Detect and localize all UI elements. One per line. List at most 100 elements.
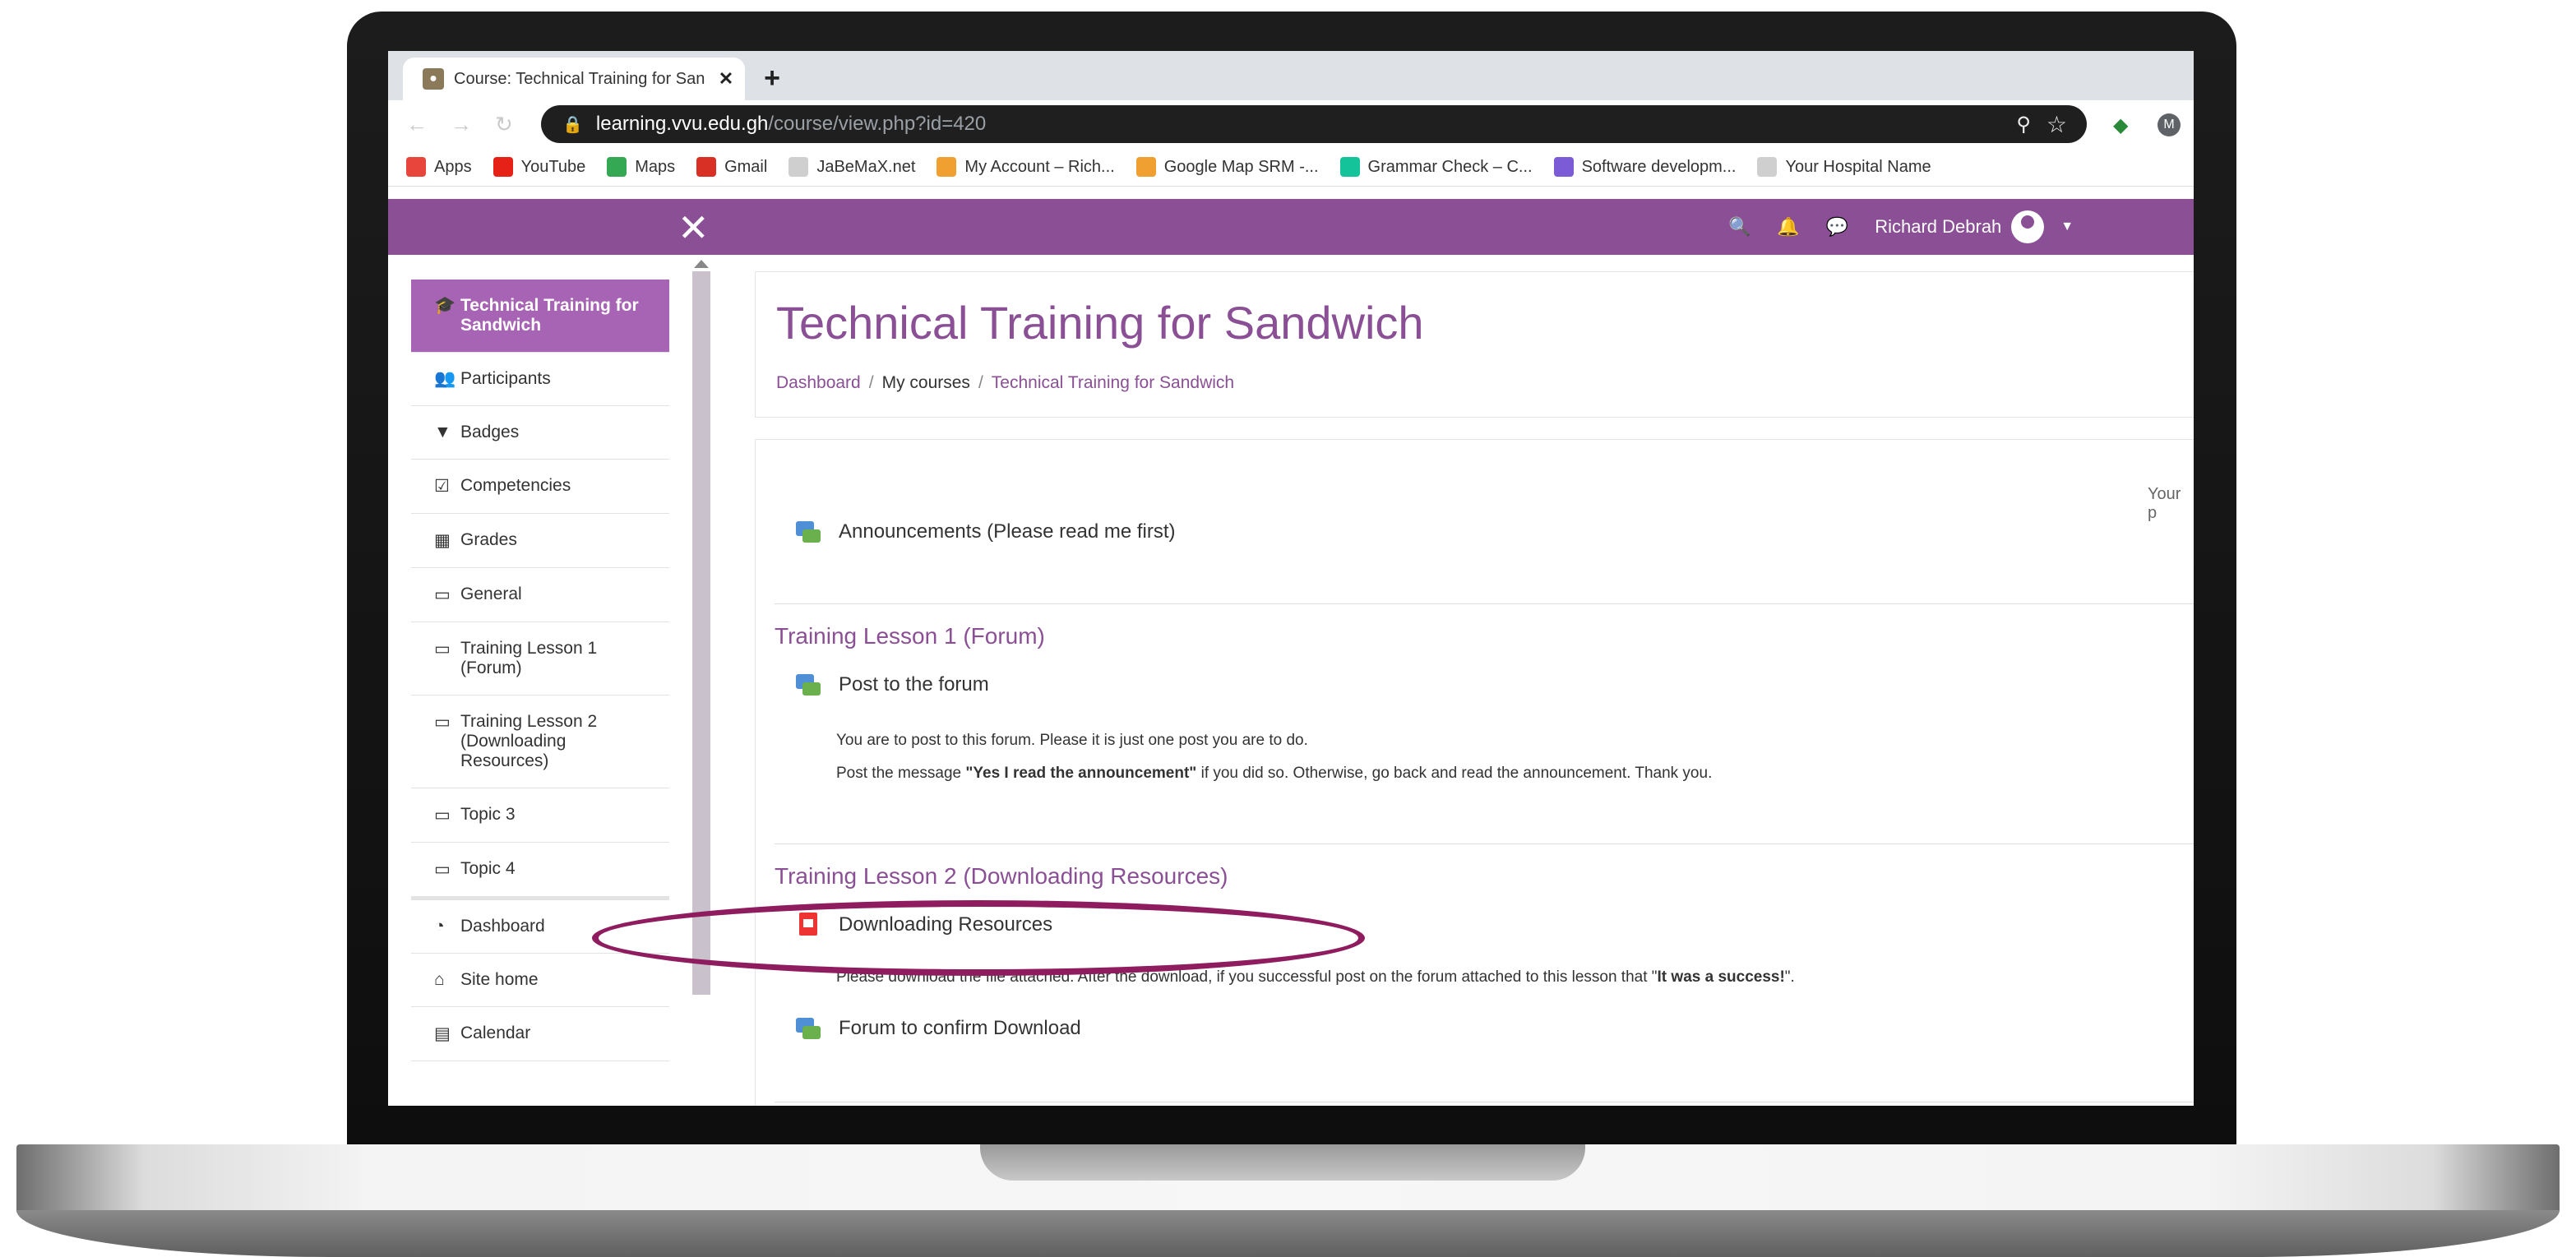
section-title-lesson2[interactable]: Training Lesson 2 (Downloading Resources… [775,863,1228,890]
folder-icon: ▭ [434,713,451,732]
drawer-item-label: Technical Training for Sandwich [460,296,639,335]
bookmark-label: Software developm... [1581,157,1737,176]
drawer-item[interactable]: 👥 Participants [411,353,669,406]
bookmark-item[interactable]: My Account – Rich... [937,157,1115,177]
avatar[interactable] [2011,210,2045,243]
graduation-cap-icon: 🎓 [434,296,456,315]
bookmark-item[interactable]: Grammar Check – C... [1339,157,1533,177]
home-icon: ⌂ [434,970,445,989]
bookmark-item[interactable]: Your Hospital Name [1757,157,1931,177]
drawer-item-label: Topic 4 [460,859,516,878]
close-drawer-icon[interactable]: ✕ [678,206,710,250]
chat-icon[interactable]: 💬 [1826,216,1848,238]
drawer-item[interactable]: ▤ Calendar [411,1007,669,1061]
breadcrumb-course[interactable]: Technical Training for Sandwich [992,373,1234,392]
drawer-item-label: Dashboard [460,917,545,936]
bookmark-item[interactable]: Software developm... [1553,157,1737,177]
calendar-icon: ▤ [434,1024,451,1043]
drawer-item[interactable]: ☑ Competencies [411,460,669,514]
drawer-item[interactable]: ▭ Training Lesson 2 (Downloading Resource… [411,696,669,788]
software-icon [1553,157,1574,177]
bookmark-label: My Account – Rich... [964,157,1115,176]
bookmark-star-icon[interactable]: ☆ [2046,111,2067,138]
address-bar[interactable]: 🔒 learning.vvu.edu.gh /course/view.php?i… [541,105,2087,143]
activity-label: Downloading Resources [839,913,1053,936]
close-tab-icon[interactable]: ✕ [714,68,738,90]
search-icon[interactable]: 🔍 [1728,216,1750,238]
shield-icon: ▼ [434,423,451,441]
forum-icon [796,672,821,697]
bookmark-label: Apps [434,157,472,176]
drawer-item[interactable]: ▼ Badges [411,406,669,460]
activity-label: Forum to confirm Download [839,1017,1081,1039]
drawer-scrollbar[interactable] [692,271,710,995]
laptop-screen: ● Course: Technical Training for San ✕ +… [388,51,2194,1106]
drawer-item[interactable]: ▭ Training Lesson 1 (Forum) [411,622,669,696]
back-arrow-icon[interactable]: ← [406,112,428,137]
grammarly-icon [1339,157,1360,177]
drawer-item-label: Topic 3 [460,805,516,824]
drawer-item[interactable]: 🎓 Technical Training for Sandwich [411,280,669,353]
nav-drawer: 🎓 Technical Training for Sandwich 👥 Partici… [411,280,669,1106]
page-title: Technical Training for Sandwich [776,297,1424,349]
chevron-down-icon[interactable]: ▼ [2060,220,2074,234]
bell-icon[interactable]: 🔔 [1777,216,1799,238]
drawer-item-label: Site home [460,970,539,989]
youtube-icon [493,157,513,177]
activity-post-forum[interactable]: Post to the forum [796,672,989,697]
zoom-icon[interactable]: ⚲ [2016,113,2031,136]
drawer-item[interactable]: ◔ Dashboard [411,897,669,954]
breadcrumb-dashboard[interactable]: Dashboard [776,373,861,392]
drawer-item-label: Training Lesson 2 (Downloading Resources… [460,712,598,770]
breadcrumb-my-courses[interactable]: My courses [882,373,970,392]
browser-tab[interactable]: ● Course: Technical Training for San ✕ [403,58,745,100]
lesson1-description-line2: Post the message "Yes I read the announc… [836,765,1713,782]
site-favicon-icon: ● [423,68,444,90]
reload-icon[interactable]: ↻ [495,112,513,137]
section-divider [775,603,2194,604]
section-divider [775,843,2194,844]
drawer-item[interactable]: ▭ Topic 3 [411,788,669,843]
user-menu-area: 🔍 🔔 💬 Richard Debrah ▼ [1728,210,2100,243]
globe-icon [789,157,809,177]
bookmark-item[interactable]: Apps [406,157,472,177]
new-tab-button[interactable]: + [755,61,789,95]
bookmark-site-icon [937,157,957,177]
bookmark-label: Grammar Check – C... [1367,157,1533,176]
laptop-notch [980,1144,1585,1181]
tab-title: Course: Technical Training for San [454,69,705,88]
bookmark-item[interactable]: Maps [607,157,675,177]
bookmark-item[interactable]: Gmail [696,157,767,177]
extension-icon[interactable]: ◆ [2113,113,2136,136]
gmail-icon [696,157,717,177]
table-icon: ▦ [434,531,451,550]
bookmark-item[interactable]: Google Map SRM -... [1135,157,1319,177]
forward-arrow-icon[interactable]: → [451,112,472,137]
checkbox-icon: ☑ [434,477,450,496]
url-path: /course/view.php?id=420 [768,113,987,135]
activity-announcements[interactable]: Announcements (Please read me first) [796,520,1176,544]
url-host: learning.vvu.edu.gh [595,113,769,135]
user-name[interactable]: Richard Debrah [1875,216,2001,238]
activity-downloading-resources[interactable]: Downloading Resources [796,913,1052,937]
drawer-item-label: Training Lesson 1 (Forum) [460,639,598,677]
drawer-item[interactable]: ⌂ Site home [411,954,669,1007]
site-navbar: ✕ 🔍 🔔 💬 Richard Debrah ▼ [388,199,2194,255]
activity-forum-confirm[interactable]: Forum to confirm Download [796,1016,1081,1041]
tab-strip: ● Course: Technical Training for San ✕ + [388,51,2194,100]
section-title-lesson1[interactable]: Training Lesson 1 (Forum) [775,623,1045,649]
bookmark-label: Maps [635,157,676,176]
bookmark-label: Google Map SRM -... [1163,157,1319,176]
drawer-item[interactable]: ▭ General [411,568,669,622]
bookmark-item[interactable]: JaBeMaX.net [789,157,915,177]
scroll-up-arrow-icon[interactable] [694,260,709,268]
drawer-item-label: Participants [460,369,551,388]
extension-m-icon[interactable]: M [2157,113,2181,136]
drawer-item[interactable]: ▭ Topic 4 [411,843,669,897]
bookmark-item[interactable]: YouTube [493,157,585,177]
drawer-item[interactable]: ▦ Grades [411,514,669,568]
pdf-file-icon [796,913,821,937]
progress-label: Your p [2148,485,2181,522]
drawer-item-label: Competencies [460,476,571,495]
activity-label: Announcements (Please read me first) [839,520,1176,543]
